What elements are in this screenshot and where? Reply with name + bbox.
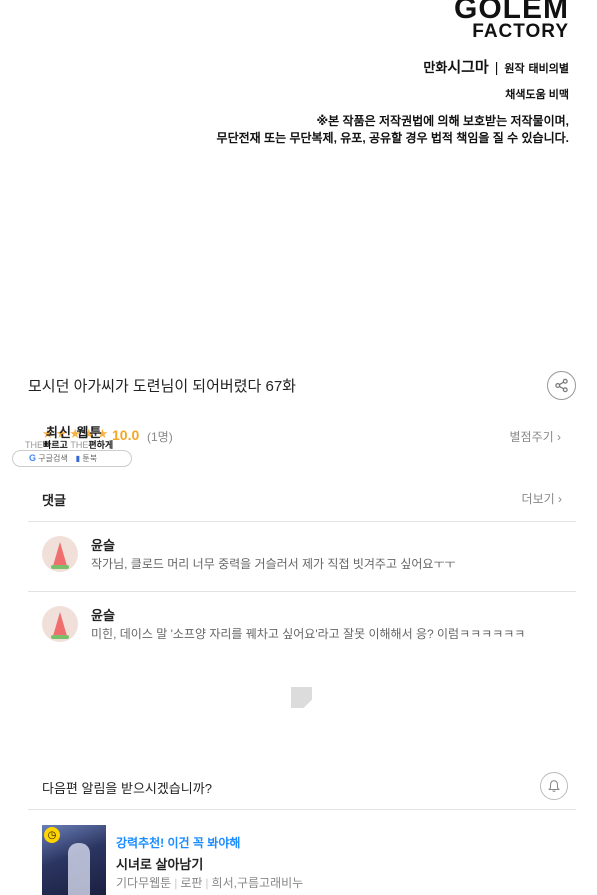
comments-more-button[interactable]: 더보기 › — [522, 490, 562, 507]
comment-text: 미힌, 데이스 말 '소프양 자리를 꿰차고 싶어요'라고 잘못 이해해서 응?… — [91, 627, 526, 641]
artist-label: 만화 — [423, 60, 448, 75]
artist-name: 시그마 — [447, 59, 489, 76]
recommendation-kicker: 강력추천! 이건 꼭 봐야해 — [116, 836, 241, 850]
recommendation-thumbnail[interactable]: ◷ — [42, 825, 106, 895]
rating-score: 10.0 — [112, 427, 140, 443]
author-name: 태비의별 — [528, 63, 569, 75]
ad-word-2: 편하게 — [88, 440, 114, 450]
watermelon-avatar-icon — [42, 606, 78, 642]
recommendation-card[interactable]: ◷ 강력추천! 이건 꼭 봐야해 시녀로 살아남기 기다무웹툰 | 로판 | 희서,구름… — [28, 824, 576, 895]
google-search-label: 구글검색 — [38, 454, 68, 463]
recommendation-genre: 로판 — [180, 876, 203, 890]
recommendation-creators: 희서,구름고래비누 — [211, 876, 304, 890]
episode-title: 모시던 아가씨가 도련님이 되어버렸다 67화 — [28, 378, 296, 395]
colorist-credit: 채색도움 비맥 — [505, 86, 569, 102]
copyright-line-2: 무단전재 또는 무단복제, 유포, 공유할 경우 법적 책임을 질 수 있습니다… — [216, 131, 569, 145]
clock-badge-icon: ◷ — [44, 827, 60, 843]
toonbook-link[interactable]: ▮ 툰북 — [76, 453, 97, 464]
bell-icon — [548, 780, 560, 792]
alert-question: 다음편 알림을 받으시겠습니까? — [42, 781, 212, 796]
ad-prefix-1: THE — [25, 440, 43, 450]
ad-word-1: 빠르고 — [43, 440, 68, 450]
colorist-name: 비맥 — [548, 89, 569, 101]
rating-row: ★★★★★ 최신 웹툰 10.0 (1명) 별점주기 › THE빠르고 THE편… — [12, 420, 568, 470]
ad-search-pill[interactable]: G 구글검색 ▮ 툰북 — [12, 450, 132, 467]
google-g-icon: G — [29, 453, 37, 463]
recommendation-platform: 기다무웹툰 — [116, 876, 172, 890]
recommendation-meta: 기다무웹툰 | 로판 | 희서,구름고래비누 — [116, 876, 304, 890]
comment-author: 윤슬 — [91, 608, 115, 623]
author-label: 원작 — [504, 63, 525, 75]
comment-item[interactable]: 윤슬 미힌, 데이스 말 '소프양 자리를 꿰차고 싶어요'라고 잘못 이해해서… — [28, 592, 576, 662]
rate-button[interactable]: 별점주기 › — [510, 428, 562, 445]
rating-count: (1명) — [147, 430, 173, 444]
comments-title: 댓글 — [42, 493, 66, 508]
share-button[interactable] — [547, 371, 576, 400]
comment-item[interactable]: 윤슬 작가님, 클로드 머리 너무 중력을 거슬러서 제가 직접 빗겨주고 싶어… — [28, 522, 576, 592]
comment-text: 작가님, 클로드 머리 너무 중력을 거슬러서 제가 직접 빗겨주고 싶어요ㅜㅜ — [91, 557, 456, 571]
next-episode-alert-row: 다음편 알림을 받으시겠습니까? — [28, 766, 576, 810]
copyright-line-1: ※본 작품은 저작권법에 의해 보호받는 저작물이며, — [316, 114, 569, 128]
comments-header: 댓글 더보기 › — [28, 478, 576, 522]
alert-subscribe-button[interactable] — [540, 772, 568, 800]
google-search-link[interactable]: G 구글검색 — [29, 453, 68, 464]
placeholder-image-icon — [291, 687, 312, 708]
copyright-notice: ※본 작품은 저작권법에 의해 보호받는 저작물이며, 무단전재 또는 무단복제… — [217, 113, 569, 147]
credit-separator: | — [494, 59, 499, 75]
comment-author: 윤슬 — [91, 538, 115, 553]
share-icon — [555, 378, 568, 393]
ad-prefix-2: THE — [70, 440, 89, 450]
watermelon-avatar-icon — [42, 536, 78, 572]
book-icon: ▮ — [75, 454, 81, 463]
golem-factory-logo: GOLEM FACTORY — [454, 0, 569, 41]
toonbook-label: 툰북 — [82, 454, 98, 463]
colorist-label: 채색도움 — [505, 89, 546, 101]
artist-credit: 만화시그마 | 원작 태비의별 — [423, 56, 569, 77]
recommendation-title[interactable]: 시녀로 살아남기 — [116, 854, 203, 873]
